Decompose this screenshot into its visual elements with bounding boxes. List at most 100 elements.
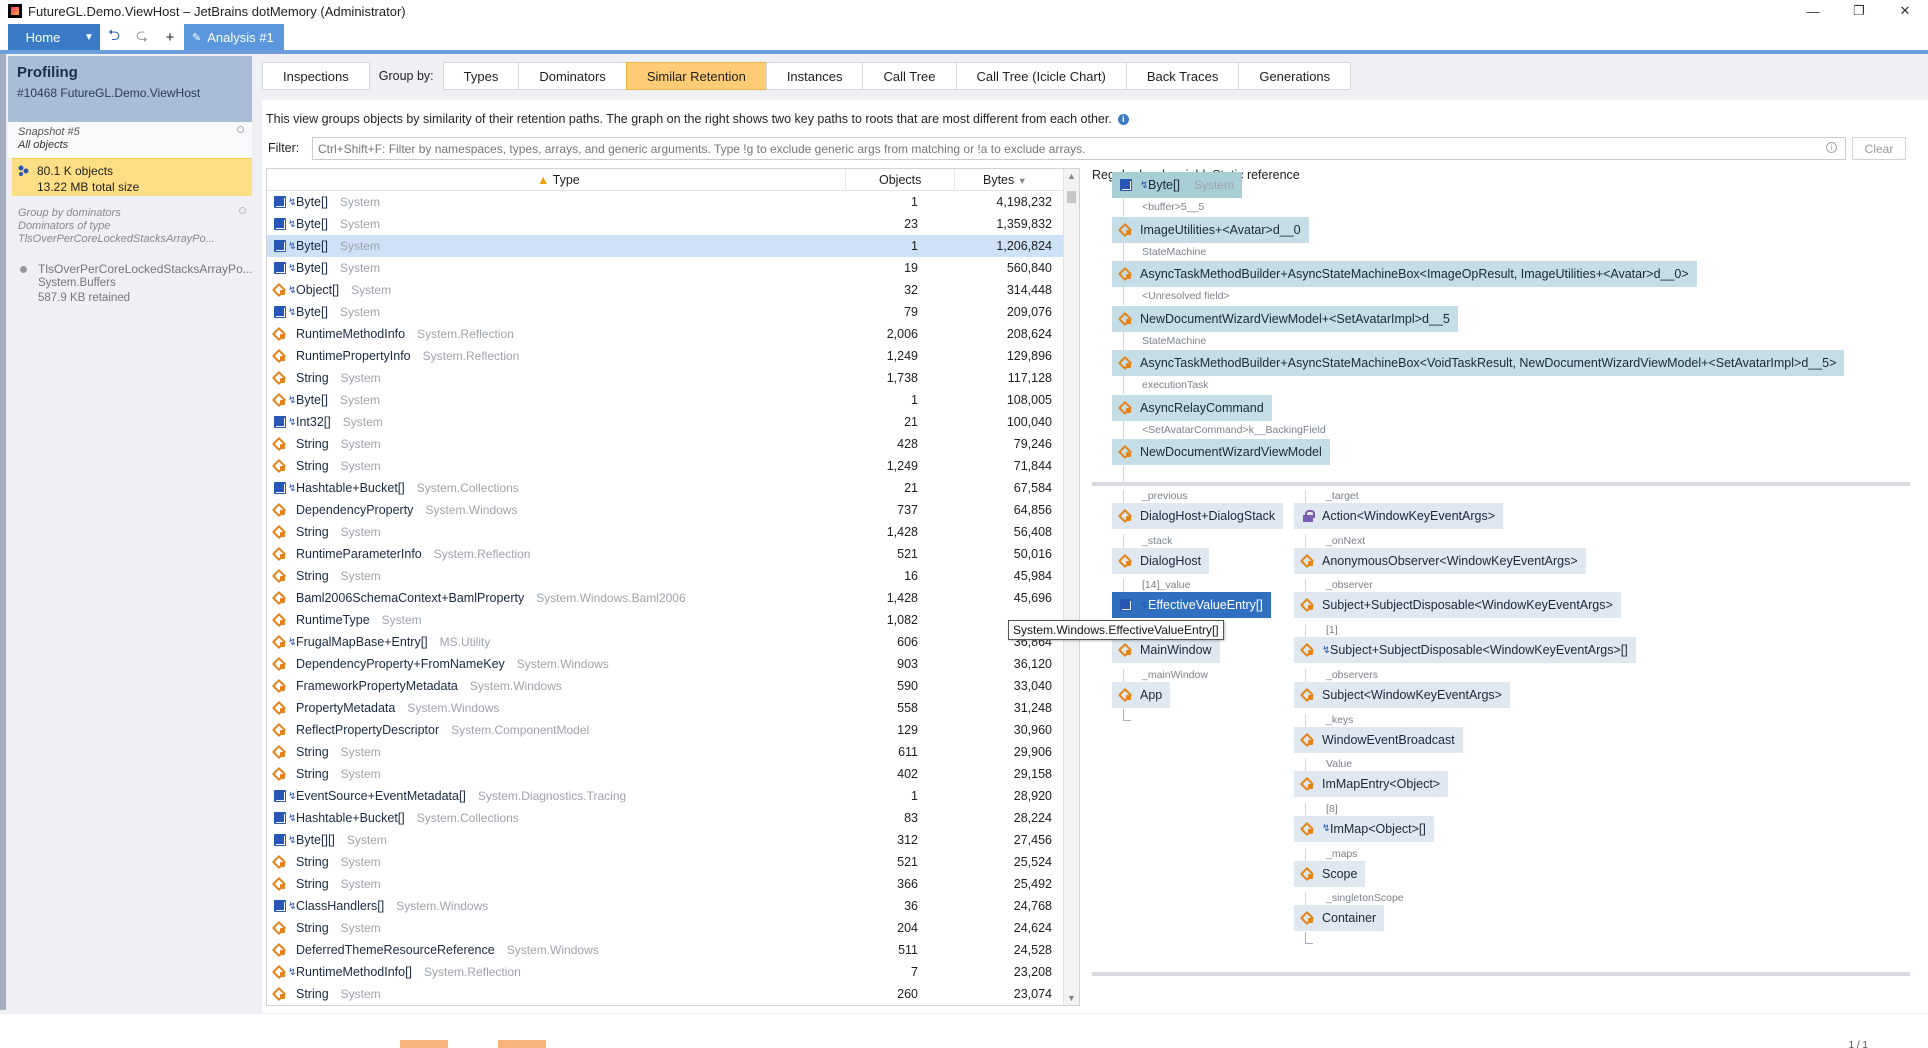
graph-node[interactable]: ImMapEntry<Object>	[1294, 771, 1449, 798]
filter-input[interactable]	[312, 137, 1846, 160]
table-row[interactable]: RuntimeMethodInfo System.Reflection 2,006 2…	[267, 323, 1063, 345]
snapshot-item[interactable]: Snapshot #5 All objects	[8, 122, 252, 158]
tab-generations[interactable]: Generations	[1238, 62, 1352, 90]
table-row[interactable]: ↯ ClassHandlers[] System.Windows 36 24,768	[267, 895, 1063, 917]
graph-node[interactable]: AsyncRelayCommand	[1112, 394, 1272, 421]
table-row[interactable]: DependencyProperty System.Windows 737 64,85…	[267, 499, 1063, 521]
table-row[interactable]: String System 1,249 71,844	[267, 455, 1063, 477]
column-separator[interactable]	[954, 169, 955, 191]
table-row[interactable]: ↯ Byte[] System 23 1,359,832	[267, 213, 1063, 235]
tab-instances[interactable]: Instances	[765, 62, 864, 90]
col-bytes-header[interactable]: Bytes ▼	[983, 173, 1027, 187]
table-row[interactable]: String System 260 23,074	[267, 983, 1063, 1005]
table-row[interactable]: ↯ Byte[] System 19 560,840	[267, 257, 1063, 279]
graph-node[interactable]: ImageUtilities+<Avatar>d__0	[1112, 216, 1309, 243]
close-button[interactable]: ✕	[1882, 0, 1928, 22]
table-row[interactable]: FrameworkPropertyMetadata System.Windows 5…	[267, 675, 1063, 697]
table-row[interactable]: DependencyProperty+FromNameKey System.Win…	[267, 653, 1063, 675]
table-row[interactable]: ↯ Byte[] System 79 209,076	[267, 301, 1063, 323]
table-row[interactable]: ↯ RuntimeMethodInfo[] System.Reflection 7 23…	[267, 961, 1063, 983]
table-row[interactable]: String System 204 24,624	[267, 917, 1063, 939]
filter-label: Filter:	[268, 141, 300, 155]
scroll-down-icon[interactable]: ▼	[1067, 993, 1076, 1003]
graph-node[interactable]: ↯ Subject+SubjectDisposable<WindowKeyEven…	[1294, 637, 1636, 664]
table-row[interactable]: String System 402 29,158	[267, 763, 1063, 785]
left-splitter[interactable]	[0, 54, 6, 1010]
tab-call-tree[interactable]: Call Tree	[862, 62, 957, 90]
scroll-up-icon[interactable]: ▲	[1067, 171, 1076, 181]
column-separator[interactable]	[845, 169, 846, 191]
table-row[interactable]: ↯ Byte[] System 1 1,206,824	[267, 235, 1063, 257]
table-row[interactable]: RuntimePropertyInfo System.Reflection 1,24…	[267, 345, 1063, 367]
profiling-header[interactable]: Profiling #10468 FutureGL.Demo.ViewHost	[8, 56, 252, 131]
graph-node[interactable]: Action<WindowKeyEventArgs>	[1294, 503, 1504, 529]
table-row[interactable]: String System 428 79,246	[267, 433, 1063, 455]
graph-splitter[interactable]	[1086, 168, 1088, 1008]
scroll-thumb[interactable]	[1067, 191, 1076, 203]
graph-node[interactable]: Subject+SubjectDisposable<WindowKeyEvent…	[1294, 592, 1621, 619]
table-row[interactable]: ↯ Byte[] System 1 4,198,232	[267, 191, 1063, 213]
table-row[interactable]: String System 1,428 56,408	[267, 521, 1063, 543]
home-button[interactable]: Home	[8, 30, 78, 45]
table-row[interactable]: ↯ Hashtable+Bucket[] System.Collections 83 2…	[267, 807, 1063, 829]
tab-dominators[interactable]: Dominators	[518, 62, 627, 90]
table-row[interactable]: RuntimeType System 1,082	[267, 609, 1063, 631]
objects-summary[interactable]: 80.1 K objects 13.22 MB total size	[12, 158, 252, 196]
tab-back-traces[interactable]: Back Traces	[1125, 62, 1240, 90]
back-icon[interactable]: ⮌	[100, 24, 128, 50]
table-row[interactable]: ↯ FrugalMapBase+Entry[] MS.Utility 606 36,86…	[267, 631, 1063, 653]
tab-analysis-1[interactable]: ✎ Analysis #1	[184, 24, 284, 50]
table-row[interactable]: ↯ Byte[] System 1 108,005	[267, 389, 1063, 411]
tab-types[interactable]: Types	[442, 62, 520, 90]
table-row[interactable]: String System 1,738 117,128	[267, 367, 1063, 389]
table-row[interactable]: ↯ Int32[] System 21 100,040	[267, 411, 1063, 433]
forward-icon[interactable]: ⮎	[128, 24, 156, 50]
graph-node[interactable]: AsyncTaskMethodBuilder+AsyncStateMachine…	[1112, 261, 1697, 287]
clear-button[interactable]: Clear	[1852, 137, 1906, 160]
minimize-button[interactable]: —	[1790, 0, 1836, 22]
col-objects-header[interactable]: Objects	[879, 173, 921, 187]
info-icon[interactable]	[239, 207, 246, 214]
graph-node[interactable]: AsyncTaskMethodBuilder+AsyncStateMachine…	[1112, 350, 1845, 376]
graph-node[interactable]: NewDocumentWizardViewModel+<SetAvatarImp…	[1112, 305, 1458, 332]
table-row[interactable]: ↯ Hashtable+Bucket[] System.Collections 21 6…	[267, 477, 1063, 499]
graph-node[interactable]: AnonymousObserver<WindowKeyEventArgs>	[1294, 547, 1586, 574]
tab-similar-retention[interactable]: Similar Retention	[625, 62, 767, 90]
info-icon[interactable]	[237, 126, 244, 133]
table-row[interactable]: Baml2006SchemaContext+BamlProperty System…	[267, 587, 1063, 609]
table-row[interactable]: String System 16 45,984	[267, 565, 1063, 587]
graph-node[interactable]: NewDocumentWizardViewModel	[1112, 439, 1330, 465]
graph-node[interactable]: Container	[1294, 905, 1385, 932]
graph-node[interactable]: ↯ Byte[] System	[1112, 172, 1242, 198]
table-row[interactable]: DeferredThemeResourceReference System.Win…	[267, 939, 1063, 961]
graph-node[interactable]: Subject<WindowKeyEventArgs>	[1294, 681, 1510, 708]
col-type-header[interactable]: ▲ Type	[537, 173, 580, 187]
table-row[interactable]: String System 521 25,524	[267, 851, 1063, 873]
home-dropdown-icon[interactable]: ▼	[78, 32, 100, 43]
graph-node[interactable]: ↯ EffectiveValueEntry[]	[1112, 592, 1271, 619]
group-by-dominators-item[interactable]: Group by dominators Dominators of type T…	[12, 205, 252, 255]
table-row[interactable]: PropertyMetadata System.Windows 558 31,248	[267, 697, 1063, 719]
graph-node[interactable]: DialogHost	[1112, 547, 1210, 574]
table-row[interactable]: ↯ Object[] System 32 314,448	[267, 279, 1063, 301]
graph-node[interactable]: ↯ ImMap<Object>[]	[1294, 815, 1434, 842]
table-row[interactable]: String System 611 29,906	[267, 741, 1063, 763]
table-row[interactable]: String System 366 25,492	[267, 873, 1063, 895]
tab-icicle-chart[interactable]: Call Tree (Icicle Chart)	[955, 62, 1127, 90]
graph-node[interactable]: MainWindow	[1112, 637, 1220, 664]
table-row[interactable]: ↯ EventSource+EventMetadata[] System.Diagn…	[267, 785, 1063, 807]
tls-dominator-item[interactable]: TlsOverPerCoreLockedStacksArrayPo... Sys…	[12, 260, 253, 310]
graph-node[interactable]: Scope	[1294, 860, 1366, 887]
filter-info-icon[interactable]: i	[1826, 142, 1837, 153]
table-row[interactable]: ReflectPropertyDescriptor System.Componen…	[267, 719, 1063, 741]
maximize-button[interactable]: ❐	[1836, 0, 1882, 22]
table-row[interactable]: ↯ Byte[][] System 312 27,456	[267, 829, 1063, 851]
add-icon[interactable]: +	[156, 24, 184, 50]
table-row[interactable]: RuntimeParameterInfo System.Reflection 521…	[267, 543, 1063, 565]
table-scrollbar[interactable]: ▲ ▼	[1063, 169, 1079, 1005]
graph-node[interactable]: App	[1112, 681, 1171, 708]
info-icon[interactable]: i	[1117, 114, 1129, 126]
graph-node[interactable]: DialogHost+DialogStack	[1112, 503, 1284, 529]
tab-inspections[interactable]: Inspections	[262, 62, 370, 90]
graph-node[interactable]: WindowEventBroadcast	[1294, 726, 1463, 753]
